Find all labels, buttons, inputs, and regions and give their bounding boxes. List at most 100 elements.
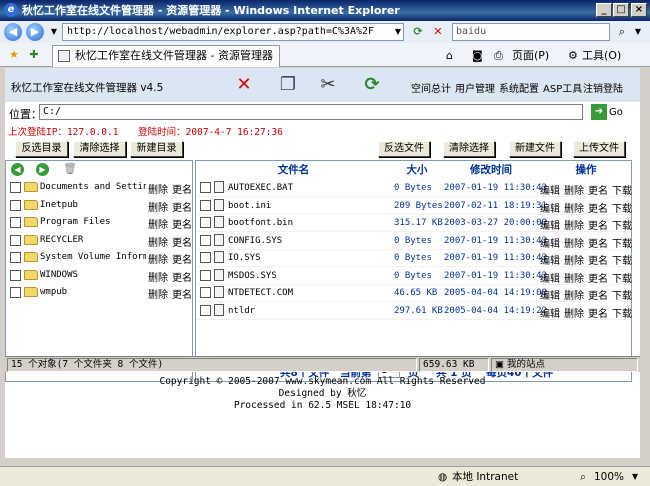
folder-back-icon[interactable]: ◀ (11, 163, 24, 176)
edit-file-link[interactable]: 编辑 (540, 200, 560, 215)
search-icon[interactable]: ⌕ (614, 24, 630, 40)
refresh-icon[interactable]: ⟳ (410, 24, 426, 40)
folder-checkbox[interactable] (10, 269, 21, 281)
paste-refresh-tool-icon[interactable]: ⟳ (361, 74, 383, 96)
download-file-link[interactable]: 下载 (612, 305, 632, 320)
stop-icon[interactable]: ✕ (430, 24, 446, 40)
folder-name[interactable]: Inetpub (40, 200, 78, 210)
tab-explorer[interactable]: 秋忆工作室在线文件管理器 - 资源管理器 (52, 45, 280, 67)
minimize-button[interactable]: _ (596, 3, 612, 17)
delete-file-link[interactable]: 删除 (564, 235, 584, 250)
file-checkbox[interactable] (200, 304, 211, 316)
rename-folder-link[interactable]: 更名 (172, 199, 192, 214)
file-row[interactable]: NTDETECT.COM 46.65 KB 2005-04-04 14:19:08 编… (196, 284, 632, 302)
tools-menu[interactable]: 工具(O) (582, 49, 621, 63)
link-space-total[interactable]: 空间总计 (411, 80, 451, 95)
link-system-config[interactable]: 系统配置 (499, 80, 539, 95)
folder-checkbox[interactable] (10, 252, 21, 263)
folder-row[interactable]: System Volume Information删除更名 (6, 249, 192, 266)
folder-checkbox[interactable] (10, 217, 21, 228)
delete-file-link[interactable]: 删除 (564, 217, 584, 232)
folder-row[interactable]: Inetpub 删除 更名 (6, 197, 192, 214)
file-name[interactable]: bootfont.bin (228, 218, 293, 228)
rename-file-link[interactable]: 更名 (588, 287, 608, 302)
clear-folders-button[interactable]: 清除选择 (73, 141, 126, 157)
folder-checkbox[interactable] (10, 199, 21, 211)
rename-folder-link[interactable]: 更名 (172, 181, 192, 196)
address-dropdown-icon[interactable]: ▼ (390, 24, 406, 40)
trash-icon[interactable]: 🗑 (62, 161, 78, 177)
new-folder-button[interactable]: 新建目录 (130, 141, 183, 157)
rename-folder-link[interactable]: 更名 (172, 234, 192, 249)
delete-file-link[interactable]: 删除 (564, 252, 584, 267)
rename-file-link[interactable]: 更名 (588, 217, 608, 232)
folder-checkbox[interactable] (10, 287, 21, 298)
file-name[interactable]: IO.SYS (228, 253, 261, 263)
delete-folder-link[interactable]: 删除 (148, 286, 168, 301)
download-file-link[interactable]: 下载 (612, 287, 632, 302)
file-checkbox[interactable] (200, 199, 211, 211)
edit-file-link[interactable]: 编辑 (540, 217, 560, 232)
file-row[interactable]: bootfont.bin 315.17 KB 2003-03-27 20:00:00… (196, 214, 632, 232)
zoom-dropdown-icon[interactable]: ▼ (632, 469, 638, 485)
download-file-link[interactable]: 下载 (612, 270, 632, 285)
rename-folder-link[interactable]: 更名 (172, 216, 192, 231)
delete-file-link[interactable]: 删除 (564, 200, 584, 215)
rename-file-link[interactable]: 更名 (588, 182, 608, 197)
rename-file-link[interactable]: 更名 (588, 200, 608, 215)
folder-name[interactable]: WINDOWS (40, 270, 78, 280)
download-file-link[interactable]: 下载 (612, 252, 632, 267)
go-button[interactable]: Go (609, 107, 623, 118)
rename-file-link[interactable]: 更名 (588, 270, 608, 285)
zoom-level[interactable]: 100% (594, 469, 624, 485)
edit-file-link[interactable]: 编辑 (540, 305, 560, 320)
folder-name[interactable]: Program Files (40, 217, 110, 227)
delete-file-link[interactable]: 删除 (564, 270, 584, 285)
history-dropdown-icon[interactable]: ▼ (46, 24, 62, 40)
col-mtime-header[interactable]: 修改时间 (443, 161, 539, 179)
delete-file-link[interactable]: 删除 (564, 305, 584, 320)
folder-name[interactable]: System Volume Information (40, 252, 146, 262)
file-name[interactable]: NTDETECT.COM (228, 288, 293, 298)
folder-forward-icon[interactable]: ▶ (36, 163, 49, 176)
delete-file-link[interactable]: 删除 (564, 182, 584, 197)
rename-file-link[interactable]: 更名 (588, 252, 608, 267)
forward-button[interactable]: ▶ (26, 23, 44, 41)
rename-folder-link[interactable]: 更名 (172, 286, 192, 301)
home-icon[interactable]: ⌂ (446, 49, 453, 63)
delete-folder-link[interactable]: 删除 (148, 181, 168, 196)
file-name[interactable]: ntldr (228, 306, 255, 316)
file-checkbox[interactable] (200, 287, 211, 298)
folder-name[interactable]: Documents and Settings (40, 182, 146, 192)
copy-tool-icon[interactable]: ❐ (277, 74, 299, 96)
link-user-manage[interactable]: 用户管理 (455, 80, 495, 95)
download-file-link[interactable]: 下载 (612, 182, 632, 197)
page-menu[interactable]: 页面(P) (512, 49, 549, 63)
delete-folder-link[interactable]: 删除 (148, 199, 168, 214)
rename-folder-link[interactable]: 更名 (172, 251, 192, 266)
back-button[interactable]: ◀ (4, 23, 22, 41)
file-row[interactable]: IO.SYS 0 Bytes 2007-01-19 11:30:43 编辑 删除 更名 下载 (196, 249, 632, 267)
file-checkbox[interactable] (200, 217, 211, 228)
file-checkbox[interactable] (200, 182, 211, 193)
search-options-icon[interactable]: ▼ (630, 24, 646, 40)
edit-file-link[interactable]: 编辑 (540, 287, 560, 302)
file-row[interactable]: CONFIG.SYS 0 Bytes 2007-01-19 11:30:43 编辑 删除… (196, 232, 632, 250)
new-file-button[interactable]: 新建文件 (509, 141, 561, 157)
invert-folders-button[interactable]: 反选目录 (15, 141, 68, 157)
edit-file-link[interactable]: 编辑 (540, 270, 560, 285)
link-asp-tools[interactable]: ASP工具 (543, 80, 582, 95)
folder-row[interactable]: Documents and Settings删除更名 (6, 179, 192, 196)
maximize-button[interactable]: □ (613, 3, 629, 17)
link-logout[interactable]: 注销登陆 (583, 80, 623, 95)
file-name[interactable]: MSDOS.SYS (228, 271, 277, 281)
location-input[interactable]: C:/ (39, 104, 583, 120)
go-arrow-icon[interactable]: ➜ (591, 104, 607, 120)
folder-row[interactable]: Program Files 删除 更名 (6, 214, 192, 231)
zoom-icon[interactable]: ⌕ (580, 469, 586, 485)
file-row[interactable]: MSDOS.SYS 0 Bytes 2007-01-19 11:30:43 编辑 删除更… (196, 267, 632, 285)
file-name[interactable]: boot.ini (228, 201, 271, 211)
edit-file-link[interactable]: 编辑 (540, 182, 560, 197)
clear-files-button[interactable]: 清除选择 (443, 141, 495, 157)
file-checkbox[interactable] (200, 269, 211, 281)
